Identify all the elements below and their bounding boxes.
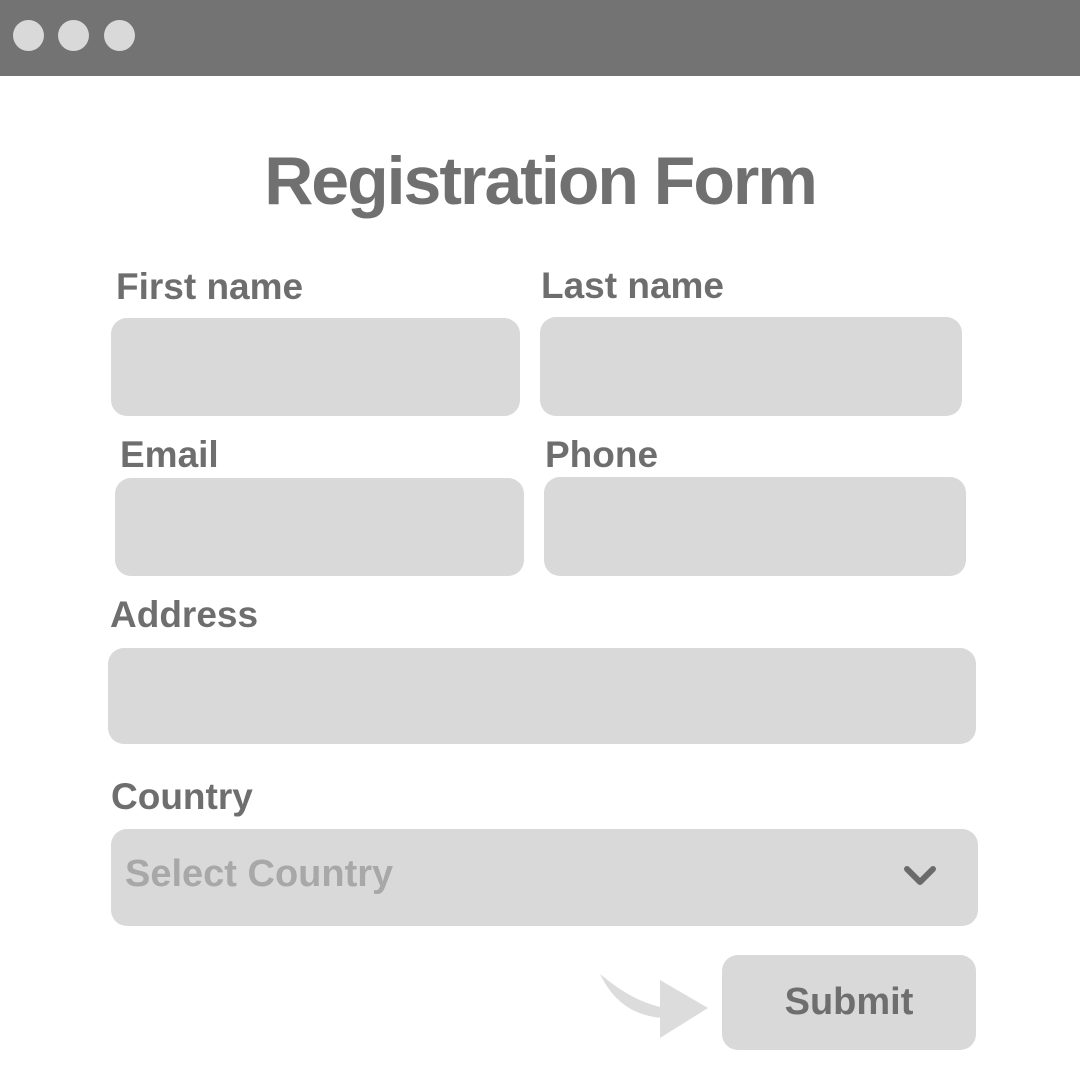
last-name-field[interactable] xyxy=(540,317,962,416)
submit-button[interactable]: Submit xyxy=(722,955,976,1050)
last-name-label: Last name xyxy=(541,265,725,306)
email-label: Email xyxy=(120,434,219,475)
window-maximize-dot[interactable] xyxy=(104,20,135,51)
phone-label: Phone xyxy=(545,434,659,475)
window-minimize-dot[interactable] xyxy=(58,20,89,51)
first-name-label: First name xyxy=(116,266,304,307)
page-title: Registration Form xyxy=(264,143,818,219)
country-select[interactable]: Select Country xyxy=(111,829,978,926)
window-titlebar xyxy=(0,0,1080,76)
first-name-field[interactable] xyxy=(111,318,520,416)
address-label: Address xyxy=(110,594,259,635)
address-field[interactable] xyxy=(108,648,976,744)
window-close-dot[interactable] xyxy=(13,20,44,51)
country-placeholder: Select Country xyxy=(125,853,394,895)
chevron-down-icon xyxy=(904,866,936,885)
email-field[interactable] xyxy=(115,478,524,576)
country-label: Country xyxy=(111,776,253,817)
curved-arrow-icon xyxy=(600,974,708,1038)
phone-field[interactable] xyxy=(544,477,966,576)
